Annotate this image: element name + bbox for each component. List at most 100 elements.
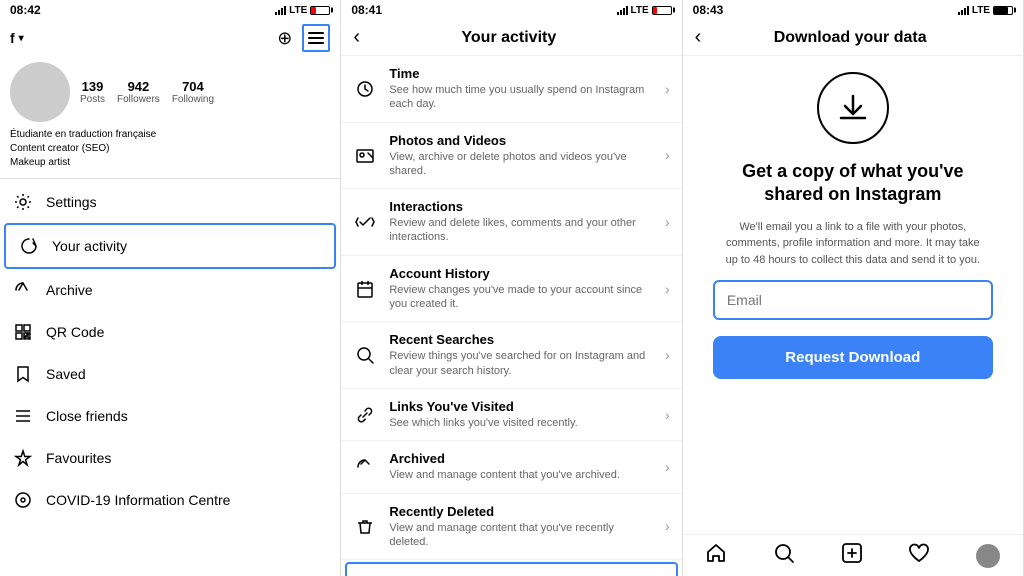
home-nav-icon[interactable] <box>705 542 727 570</box>
activity-item-deleted[interactable]: Recently Deleted View and manage content… <box>341 494 681 561</box>
search-activity-icon <box>353 343 377 367</box>
activity-item-archived[interactable]: Archived View and manage content that yo… <box>341 441 681 493</box>
header-icons: ⊕ <box>277 24 330 52</box>
saved-icon <box>12 363 34 385</box>
history-activity-icon <box>353 277 377 301</box>
menu-item-your-activity[interactable]: Your activity <box>4 223 336 269</box>
time-panel1: 08:42 <box>10 3 41 17</box>
bottom-nav <box>683 534 1023 576</box>
activity-item-history[interactable]: Account History Review changes you've ma… <box>341 256 681 323</box>
download-description: We'll email you a link to a file with yo… <box>723 219 983 269</box>
chevron-deleted: › <box>665 518 670 534</box>
battery-icon3 <box>993 6 1013 15</box>
qr-code-icon <box>12 321 34 343</box>
back-button-panel3[interactable]: ‹ <box>695 26 702 49</box>
bio: Étudiante en traduction française Conten… <box>0 128 340 176</box>
menu-button[interactable] <box>302 24 330 52</box>
status-bar-panel1: 08:42 LTE <box>0 0 340 20</box>
status-bar-panel3: 08:43 LTE <box>683 0 1023 20</box>
time-activity-icon <box>353 77 377 101</box>
menu-item-favourites[interactable]: Favourites <box>0 437 340 479</box>
email-input[interactable] <box>713 280 993 320</box>
search-nav-icon[interactable] <box>773 542 795 570</box>
chevron-searches: › <box>665 347 670 363</box>
close-friends-icon <box>12 405 34 427</box>
status-icons-panel2: LTE <box>617 5 672 16</box>
activity-item-searches[interactable]: Recent Searches Review things you've sea… <box>341 322 681 389</box>
activity-list: Time See how much time you usually spend… <box>341 56 681 576</box>
activity-content-time: Time See how much time you usually spend… <box>389 66 653 112</box>
activity-panel-header: ‹ Your activity <box>341 20 681 56</box>
archive-icon <box>12 279 34 301</box>
download-panel-title: Download your data <box>709 29 1011 47</box>
activity-item-interactions[interactable]: Interactions Review and delete likes, co… <box>341 189 681 256</box>
profile-panel: 08:42 LTE f ▾ ⊕ 139 Post <box>0 0 341 576</box>
stat-followers: 942 Followers <box>117 79 160 105</box>
menu-list: Settings Your activity Archive <box>0 181 340 576</box>
profile-nav-avatar[interactable] <box>976 544 1000 568</box>
activity-item-download[interactable]: Download Your Information Download a cop… <box>345 562 677 576</box>
activity-content-searches: Recent Searches Review things you've sea… <box>389 332 653 378</box>
deleted-activity-icon <box>353 514 377 538</box>
request-download-button[interactable]: Request Download <box>713 336 993 379</box>
battery-fill2 <box>653 7 658 14</box>
activity-item-photos[interactable]: Photos and Videos View, archive or delet… <box>341 123 681 190</box>
activity-item-links[interactable]: Links You've Visited See which links you… <box>341 389 681 441</box>
chevron-links: › <box>665 407 670 423</box>
download-panel: 08:43 LTE ‹ Download your data Get a cop… <box>683 0 1024 576</box>
chevron-interactions: › <box>665 214 670 230</box>
lte-label3: LTE <box>972 5 990 16</box>
activity-content-interactions: Interactions Review and delete likes, co… <box>389 199 653 245</box>
archived-activity-icon <box>353 455 377 479</box>
back-button-panel2[interactable]: ‹ <box>353 26 360 49</box>
activity-icon <box>18 235 40 257</box>
settings-icon <box>12 191 34 213</box>
activity-content-deleted: Recently Deleted View and manage content… <box>389 504 653 550</box>
battery-icon2 <box>652 6 672 15</box>
add-nav-icon[interactable] <box>841 542 863 570</box>
profile-header: f ▾ ⊕ <box>0 20 340 58</box>
divider <box>0 178 340 179</box>
activity-content-photos: Photos and Videos View, archive or delet… <box>389 133 653 179</box>
activity-panel: 08:41 LTE ‹ Your activity Time <box>341 0 682 576</box>
lte-label: LTE <box>289 5 307 16</box>
add-post-icon[interactable]: ⊕ <box>277 28 292 49</box>
activity-content-archived: Archived View and manage content that yo… <box>389 451 653 482</box>
download-body: Get a copy of what you've shared on Inst… <box>683 56 1023 534</box>
heart-nav-icon[interactable] <box>908 542 930 570</box>
status-bar-panel2: 08:41 LTE <box>341 0 681 20</box>
battery-fill <box>311 7 316 14</box>
menu-item-close-friends[interactable]: Close friends <box>0 395 340 437</box>
battery-fill3 <box>994 7 1008 14</box>
status-icons-panel1: LTE <box>275 5 330 16</box>
signal-icon3 <box>958 5 969 15</box>
avatar <box>10 62 70 122</box>
download-panel-header: ‹ Download your data <box>683 20 1023 56</box>
download-heading: Get a copy of what you've shared on Inst… <box>733 160 973 207</box>
activity-content-history: Account History Review changes you've ma… <box>389 266 653 312</box>
stat-posts: 139 Posts <box>80 79 105 105</box>
menu-item-saved[interactable]: Saved <box>0 353 340 395</box>
interactions-activity-icon <box>353 210 377 234</box>
chevron-photos: › <box>665 147 670 163</box>
favourites-icon <box>12 447 34 469</box>
activity-content-links: Links You've Visited See which links you… <box>389 399 653 430</box>
chevron-history: › <box>665 281 670 297</box>
stat-following: 704 Following <box>172 79 214 105</box>
menu-item-covid[interactable]: COVID-19 Information Centre <box>0 479 340 521</box>
chevron-down-icon: ▾ <box>19 33 24 44</box>
chevron-time: › <box>665 81 670 97</box>
links-activity-icon <box>353 403 377 427</box>
signal-icon <box>275 5 286 15</box>
menu-item-settings[interactable]: Settings <box>0 181 340 223</box>
chevron-archived: › <box>665 459 670 475</box>
status-icons-panel3: LTE <box>958 5 1013 16</box>
lte-label2: LTE <box>631 5 649 16</box>
activity-item-time[interactable]: Time See how much time you usually spend… <box>341 56 681 123</box>
menu-item-qr-code[interactable]: QR Code <box>0 311 340 353</box>
username: f ▾ <box>10 30 24 46</box>
activity-panel-title: Your activity <box>368 29 670 47</box>
menu-item-archive[interactable]: Archive <box>0 269 340 311</box>
covid-icon <box>12 489 34 511</box>
avatar-stats-row: 139 Posts 942 Followers 704 Following <box>0 58 340 128</box>
